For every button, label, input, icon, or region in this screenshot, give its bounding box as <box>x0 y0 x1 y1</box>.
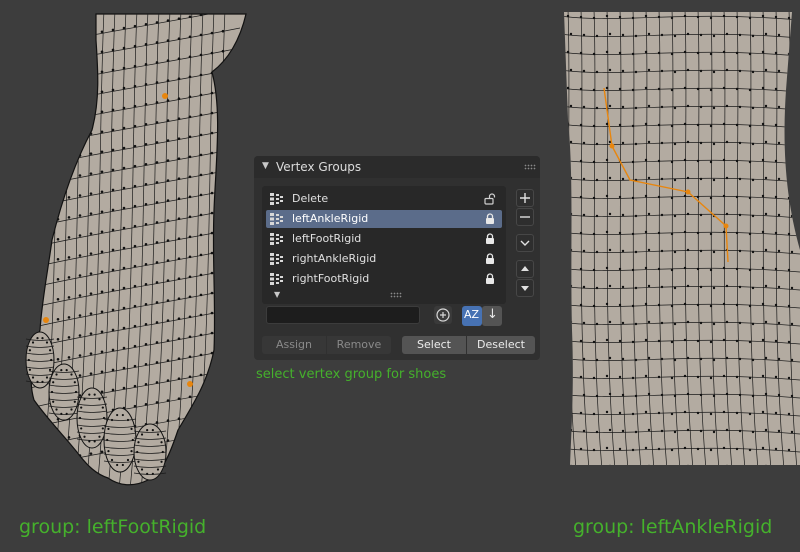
arrow-up-icon <box>521 266 529 271</box>
selected-vertex <box>43 317 49 323</box>
lock-icon[interactable] <box>484 233 496 245</box>
vertex-group-icon <box>270 253 283 265</box>
group-filter-input[interactable] <box>266 306 420 324</box>
selected-vertex <box>187 381 193 387</box>
assign-button[interactable]: Assign <box>262 336 326 354</box>
unlock-icon[interactable] <box>484 193 496 205</box>
minus-icon <box>520 216 530 218</box>
specials-menu-button[interactable] <box>516 234 534 252</box>
panel-title: Vertex Groups <box>276 160 362 174</box>
right-ankle-viewport[interactable] <box>560 0 800 470</box>
move-down-button[interactable] <box>516 279 534 297</box>
add-group-button[interactable] <box>516 189 534 207</box>
vertex-group-icon <box>270 213 283 225</box>
sort-alphabetical-button[interactable]: AZ <box>462 306 482 326</box>
instruction-note: select vertex group for shoes <box>256 367 447 382</box>
selected-vertex <box>162 93 168 99</box>
ankle-mesh <box>564 12 800 465</box>
vertex-group-row[interactable]: Delete <box>266 190 502 208</box>
vertex-group-row[interactable]: rightAnkleRigid <box>266 250 502 268</box>
left-caption: group: leftFootRigid <box>19 516 207 538</box>
vertex-group-list: Delete leftAnkleRigid leftFootRigid rightAn… <box>262 186 506 304</box>
sort-order-button[interactable]: ↓ <box>482 306 502 326</box>
move-up-button[interactable] <box>516 260 534 278</box>
list-resize-grip-icon[interactable] <box>390 292 402 298</box>
vertex-group-name: rightFootRigid <box>292 272 370 285</box>
lock-icon[interactable] <box>484 213 496 225</box>
chevron-down-icon <box>520 240 530 246</box>
list-expand-icon[interactable]: ▼ <box>274 290 280 299</box>
vertex-group-row[interactable]: rightFootRigid <box>266 270 502 288</box>
vertex-groups-panel: ▼ Vertex Groups Delete leftAnkleRigid left… <box>254 156 540 360</box>
foot-mesh <box>25 13 247 486</box>
vertex-group-row[interactable]: leftFootRigid <box>266 230 502 248</box>
filter-plus-icon <box>436 308 450 322</box>
lock-icon[interactable] <box>484 253 496 265</box>
remove-group-button[interactable] <box>516 208 534 226</box>
collapse-triangle-icon[interactable]: ▼ <box>262 161 269 171</box>
left-foot-viewport[interactable] <box>0 0 250 500</box>
vertex-group-icon <box>270 193 283 205</box>
remove-button[interactable]: Remove <box>327 336 391 354</box>
select-button[interactable]: Select <box>402 336 466 354</box>
vertex-group-name: leftAnkleRigid <box>292 212 369 225</box>
arrow-down-icon <box>521 286 529 291</box>
vertex-group-row[interactable]: leftAnkleRigid <box>266 210 502 228</box>
vertex-group-icon <box>270 233 283 245</box>
vertex-group-name: Delete <box>292 192 329 205</box>
deselect-button[interactable]: Deselect <box>467 336 535 354</box>
panel-header[interactable]: ▼ Vertex Groups <box>254 156 540 178</box>
right-caption: group: leftAnkleRigid <box>573 516 773 538</box>
sort-az-icon: AZ <box>464 308 480 321</box>
arrow-down-icon: ↓ <box>487 307 498 322</box>
drag-handle-icon[interactable] <box>524 164 536 170</box>
plus-icon <box>520 193 530 203</box>
vertex-group-name: leftFootRigid <box>292 232 362 245</box>
vertex-group-icon <box>270 273 283 285</box>
lock-icon[interactable] <box>484 273 496 285</box>
vertex-group-name: rightAnkleRigid <box>292 252 377 265</box>
filter-toggle-button[interactable] <box>434 306 452 324</box>
